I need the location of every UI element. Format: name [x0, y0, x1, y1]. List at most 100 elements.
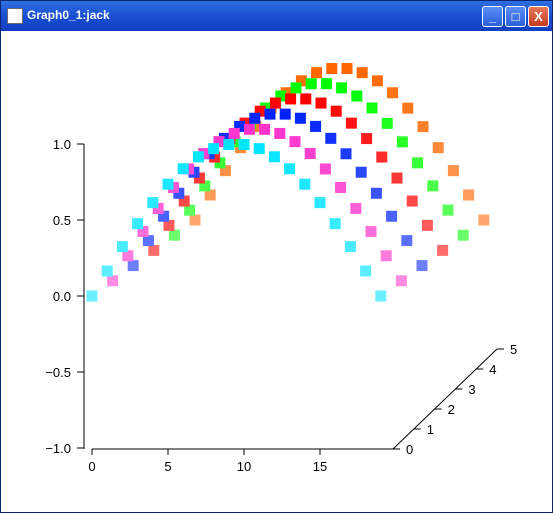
data-point — [381, 117, 393, 129]
data-point — [350, 202, 362, 214]
data-point — [442, 204, 454, 216]
data-point — [402, 102, 414, 114]
data-point — [401, 235, 413, 247]
z-tick-label: 2 — [448, 402, 455, 417]
y-tick-label: 0.5 — [53, 213, 71, 228]
data-point — [269, 97, 281, 109]
data-point — [314, 197, 326, 209]
data-point — [289, 136, 301, 148]
graph-icon — [7, 8, 23, 24]
data-point — [447, 165, 459, 177]
data-point — [417, 121, 429, 133]
data-point — [274, 127, 286, 139]
plot-area: 0 5 10 15 1.0 0.5 0.0 −0.5 −1.0 0 1 2 3 4 5 — [1, 31, 552, 512]
data-point — [300, 93, 312, 105]
data-point — [299, 178, 311, 190]
data-point — [294, 112, 306, 124]
z-axis-line — [392, 348, 498, 450]
data-point — [253, 143, 265, 155]
data-point — [101, 265, 113, 277]
data-point — [336, 82, 348, 94]
data-point — [437, 244, 449, 256]
data-point — [360, 265, 372, 277]
data-point — [427, 180, 439, 192]
data-point — [330, 105, 342, 117]
x-tick-label: 0 — [88, 459, 95, 474]
x-tick-label: 10 — [237, 459, 251, 474]
data-point — [148, 244, 160, 256]
data-point — [177, 163, 189, 175]
data-point — [290, 82, 302, 94]
data-point — [432, 142, 444, 154]
data-point — [365, 225, 377, 237]
data-point — [341, 63, 353, 75]
y-tick-label: −0.5 — [45, 365, 71, 380]
data-point — [421, 219, 433, 231]
data-point — [387, 87, 399, 99]
data-point — [386, 210, 398, 222]
data-point — [320, 78, 332, 90]
data-point — [371, 75, 383, 87]
data-point — [268, 151, 280, 163]
data-point — [208, 143, 220, 155]
ticks: 0 5 10 151.00.50.0−0.5−1.0 012345 — [45, 137, 517, 474]
x-tick-label: 5 — [164, 459, 171, 474]
data-point — [396, 136, 408, 148]
data-point — [228, 127, 240, 139]
data-point — [366, 102, 378, 114]
maximize-button[interactable]: □ — [505, 6, 526, 27]
data-point — [355, 166, 367, 178]
data-point — [132, 218, 144, 230]
data-point — [319, 163, 331, 175]
data-point — [416, 260, 428, 272]
data-point — [340, 148, 352, 160]
data-point — [264, 108, 276, 120]
data-point — [168, 229, 180, 241]
data-point — [463, 189, 475, 201]
data-point — [116, 241, 128, 253]
data-point — [412, 157, 424, 169]
data-point — [351, 90, 363, 102]
data-point — [344, 241, 356, 253]
z-tick-label: 1 — [427, 422, 434, 437]
window-title: Graph0_1:jack — [27, 8, 110, 22]
y-tick-label: −1.0 — [45, 441, 71, 456]
z-tick-label: 0 — [406, 442, 413, 457]
data-point — [279, 108, 291, 120]
y-tick-label: 0.0 — [53, 289, 71, 304]
data-point — [478, 214, 490, 226]
data-point — [107, 275, 119, 287]
data-point — [238, 139, 250, 151]
data-point — [162, 178, 174, 190]
close-button[interactable]: X — [528, 6, 549, 27]
x-tick-label: 15 — [313, 459, 327, 474]
graph-window: Graph0_1:jack _ □ X 0 5 10 15 1.0 0.5 0.0 −0.5−… — [0, 0, 553, 513]
data-point — [243, 123, 255, 135]
data-point — [147, 197, 159, 209]
data-point — [391, 172, 403, 184]
y-tick-label: 1.0 — [53, 137, 71, 152]
data-point — [192, 151, 204, 163]
z-tick-label: 4 — [489, 362, 496, 377]
data-point — [326, 63, 338, 75]
data-point — [380, 250, 392, 262]
chart-svg: 0 5 10 151.00.50.0−0.5−1.0 012345 — [45, 63, 517, 474]
minimize-button[interactable]: _ — [482, 6, 503, 27]
data-point — [249, 112, 261, 124]
data-point — [325, 132, 337, 144]
data-point — [285, 93, 297, 105]
data-point — [304, 148, 316, 160]
data-point — [329, 218, 341, 230]
title-bar[interactable]: Graph0_1:jack _ □ X — [1, 1, 552, 31]
data-point — [335, 181, 347, 193]
data-point — [127, 260, 139, 272]
data-point — [189, 214, 201, 226]
data-point — [284, 163, 296, 175]
data-point — [356, 67, 368, 79]
data-marks — [86, 63, 490, 302]
z-tick-label: 3 — [468, 382, 475, 397]
z-tick-label: 5 — [510, 342, 517, 357]
data-point — [345, 117, 357, 129]
data-point — [406, 195, 418, 207]
data-point — [223, 139, 235, 151]
